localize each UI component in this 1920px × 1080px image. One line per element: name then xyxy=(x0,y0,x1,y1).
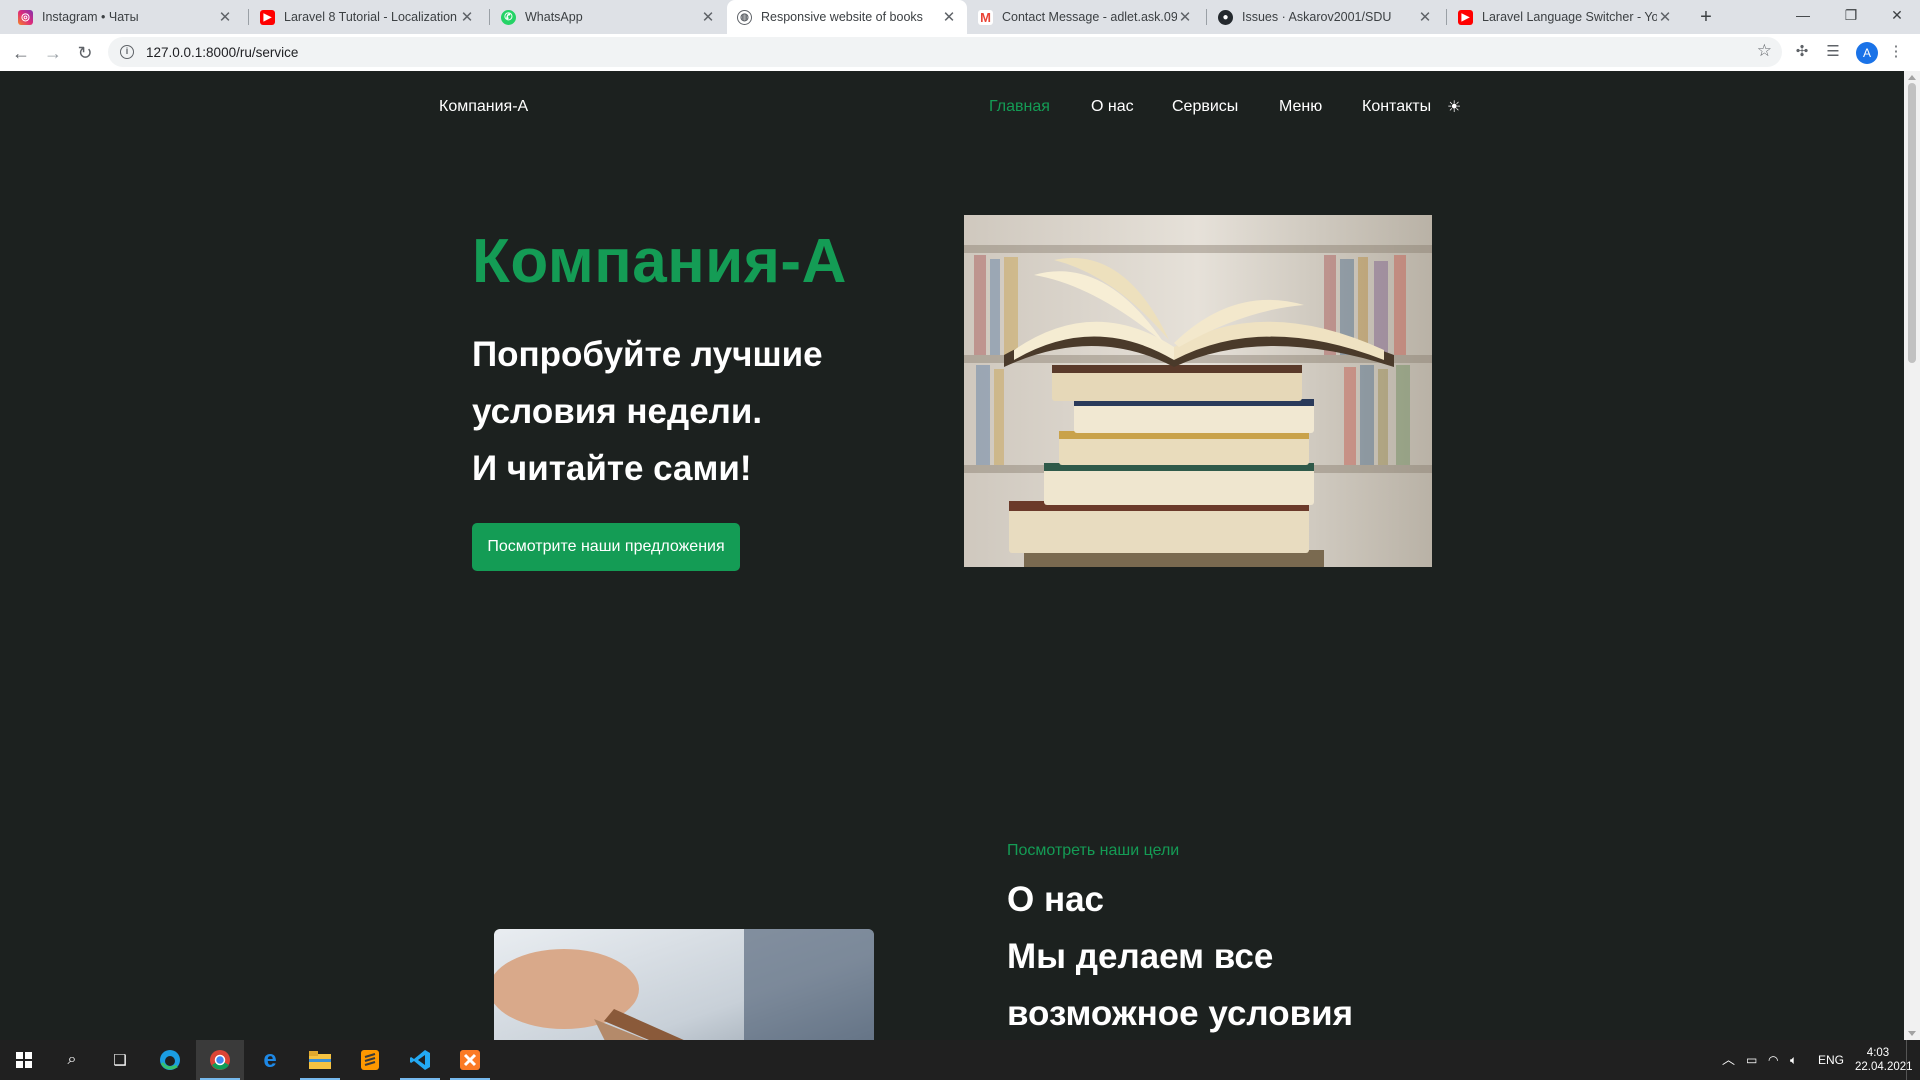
bookmark-star-icon[interactable]: ☆ xyxy=(1757,41,1772,61)
windows-taskbar: ⌕ ❑ e ︿ ▭ ◠ 🔈︎ ENG 4:03 22.04.2021 xyxy=(0,1040,1920,1080)
about-title-line: возможное условия xyxy=(1007,994,1354,1033)
hero-subtitle-line: условия недели. xyxy=(472,392,763,431)
close-tab-icon[interactable]: ✕ xyxy=(1177,8,1193,26)
profile-avatar[interactable]: A xyxy=(1856,42,1878,64)
browser-chrome: ◎ Instagram • Чаты ✕ ▶ Laravel 8 Tutoria… xyxy=(0,0,1920,71)
clock[interactable]: 4:03 22.04.2021 xyxy=(1855,1040,1913,1080)
web-page: Компания-А Главная О нас Сервисы Меню Ко… xyxy=(0,71,1904,1040)
globe-icon: ◍ xyxy=(737,9,752,25)
whatsapp-icon: ✆ xyxy=(501,9,516,25)
reading-person-image xyxy=(494,929,874,1040)
tab-title: WhatsApp xyxy=(525,10,583,24)
menu-kebab-icon[interactable]: ⋮ xyxy=(1884,40,1908,64)
close-tab-icon[interactable]: ✕ xyxy=(217,8,233,26)
file-explorer-icon[interactable] xyxy=(296,1040,344,1080)
scroll-up-arrow[interactable] xyxy=(1908,75,1916,80)
about-title-line: Мы делаем все xyxy=(1007,937,1274,976)
ie-icon[interactable]: e xyxy=(246,1040,294,1080)
chrome-icon[interactable] xyxy=(196,1040,244,1080)
back-button[interactable]: ← xyxy=(8,40,34,66)
close-window-button[interactable]: ✕ xyxy=(1874,0,1920,34)
hero-subtitle-line: Попробуйте лучшие xyxy=(472,335,823,374)
tab-github[interactable]: ● Issues · Askarov2001/SDU ✕ xyxy=(1208,0,1443,34)
scroll-down-arrow[interactable] xyxy=(1908,1031,1916,1036)
github-icon: ● xyxy=(1218,9,1233,25)
hero-subtitle: Попробуйте лучшие условия недели. И чита… xyxy=(472,326,912,497)
about-title: О нас Мы делаем все возможное условия xyxy=(1007,871,1427,1040)
new-tab-button[interactable]: + xyxy=(1694,6,1718,28)
restore-button[interactable]: ❐ xyxy=(1828,0,1874,34)
tab-title: Contact Message - adlet.ask.09@ xyxy=(1002,10,1177,24)
edge-icon[interactable] xyxy=(146,1040,194,1080)
clock-time: 4:03 xyxy=(1866,1047,1890,1059)
tab-title: Laravel Language Switcher - You xyxy=(1482,10,1657,24)
close-tab-icon[interactable]: ✕ xyxy=(459,8,475,26)
language-indicator[interactable]: ENG xyxy=(1818,1040,1844,1080)
tab-title: Instagram • Чаты xyxy=(42,10,139,24)
close-tab-icon[interactable]: ✕ xyxy=(941,8,957,26)
close-tab-icon[interactable]: ✕ xyxy=(1657,8,1673,26)
scrollbar-thumb[interactable] xyxy=(1908,83,1916,363)
start-button[interactable] xyxy=(0,1040,48,1080)
close-tab-icon[interactable]: ✕ xyxy=(700,8,716,26)
reload-button[interactable]: ↻ xyxy=(72,40,98,66)
hero-title: Компания-А xyxy=(472,227,847,296)
sublime-text-icon[interactable] xyxy=(346,1040,394,1080)
youtube-icon: ▶ xyxy=(1458,9,1473,25)
youtube-icon: ▶ xyxy=(260,9,275,25)
tab-laravel-switcher[interactable]: ▶ Laravel Language Switcher - You ✕ xyxy=(1448,0,1683,34)
tab-responsive-books[interactable]: ◍ Responsive website of books ✕ xyxy=(727,0,967,34)
about-title-line: О нас xyxy=(1007,880,1105,919)
address-bar[interactable]: i 127.0.0.1:8000/ru/service ☆ xyxy=(108,37,1782,67)
task-view-icon[interactable]: ❑ xyxy=(96,1040,144,1080)
vscode-icon[interactable] xyxy=(396,1040,444,1080)
windows-logo-icon xyxy=(16,1052,32,1068)
nav-services[interactable]: Сервисы xyxy=(1172,98,1238,116)
gmail-icon: M xyxy=(978,9,993,25)
browser-toolbar: ← → ↻ i 127.0.0.1:8000/ru/service ☆ ✣ ☰ … xyxy=(0,34,1920,71)
show-hidden-icons[interactable]: ︿ xyxy=(1722,1040,1735,1080)
nav-menu[interactable]: Меню xyxy=(1279,98,1322,116)
nav-home[interactable]: Главная xyxy=(989,98,1050,116)
offers-button[interactable]: Посмотрите наши предложения xyxy=(472,523,740,571)
tab-title: Issues · Askarov2001/SDU xyxy=(1242,10,1392,24)
close-tab-icon[interactable]: ✕ xyxy=(1417,8,1433,26)
site-logo[interactable]: Компания-А xyxy=(439,98,528,116)
nav-contacts[interactable]: Контакты xyxy=(1362,98,1431,116)
search-icon[interactable]: ⌕ xyxy=(48,1040,96,1080)
wifi-icon[interactable]: ◠ xyxy=(1768,1040,1778,1080)
books-stack-image xyxy=(964,215,1432,567)
tab-instagram[interactable]: ◎ Instagram • Чаты ✕ xyxy=(8,0,243,34)
forward-button[interactable]: → xyxy=(40,40,66,66)
tab-gmail[interactable]: M Contact Message - adlet.ask.09@ ✕ xyxy=(968,0,1203,34)
about-subtitle[interactable]: Посмотреть наши цели xyxy=(1007,842,1179,860)
clock-date: 22.04.2021 xyxy=(1855,1061,1913,1073)
battery-icon[interactable]: ▭ xyxy=(1746,1040,1757,1080)
tab-title: Responsive website of books xyxy=(761,10,923,24)
xampp-icon[interactable] xyxy=(446,1040,494,1080)
volume-icon[interactable]: 🔈︎ xyxy=(1790,1040,1797,1080)
nav-about[interactable]: О нас xyxy=(1091,98,1134,116)
minimize-button[interactable]: — xyxy=(1780,0,1826,34)
extensions-icon[interactable]: ✣ xyxy=(1790,40,1814,64)
tab-whatsapp[interactable]: ✆ WhatsApp ✕ xyxy=(491,0,726,34)
sun-icon[interactable]: ☀ xyxy=(1447,97,1461,117)
hero-subtitle-line: И читайте сами! xyxy=(472,449,752,488)
site-info-icon[interactable]: i xyxy=(120,45,134,59)
tab-laravel-localization[interactable]: ▶ Laravel 8 Tutorial - Localization - ✕ xyxy=(250,0,485,34)
media-queue-icon[interactable]: ☰ xyxy=(1821,40,1845,64)
tab-title: Laravel 8 Tutorial - Localization - xyxy=(284,10,459,24)
tab-strip: ◎ Instagram • Чаты ✕ ▶ Laravel 8 Tutoria… xyxy=(0,0,1920,34)
show-desktop-button[interactable] xyxy=(1906,1040,1920,1080)
instagram-icon: ◎ xyxy=(18,9,33,25)
page-scrollbar[interactable] xyxy=(1904,71,1920,1040)
url-text: 127.0.0.1:8000/ru/service xyxy=(146,44,299,60)
